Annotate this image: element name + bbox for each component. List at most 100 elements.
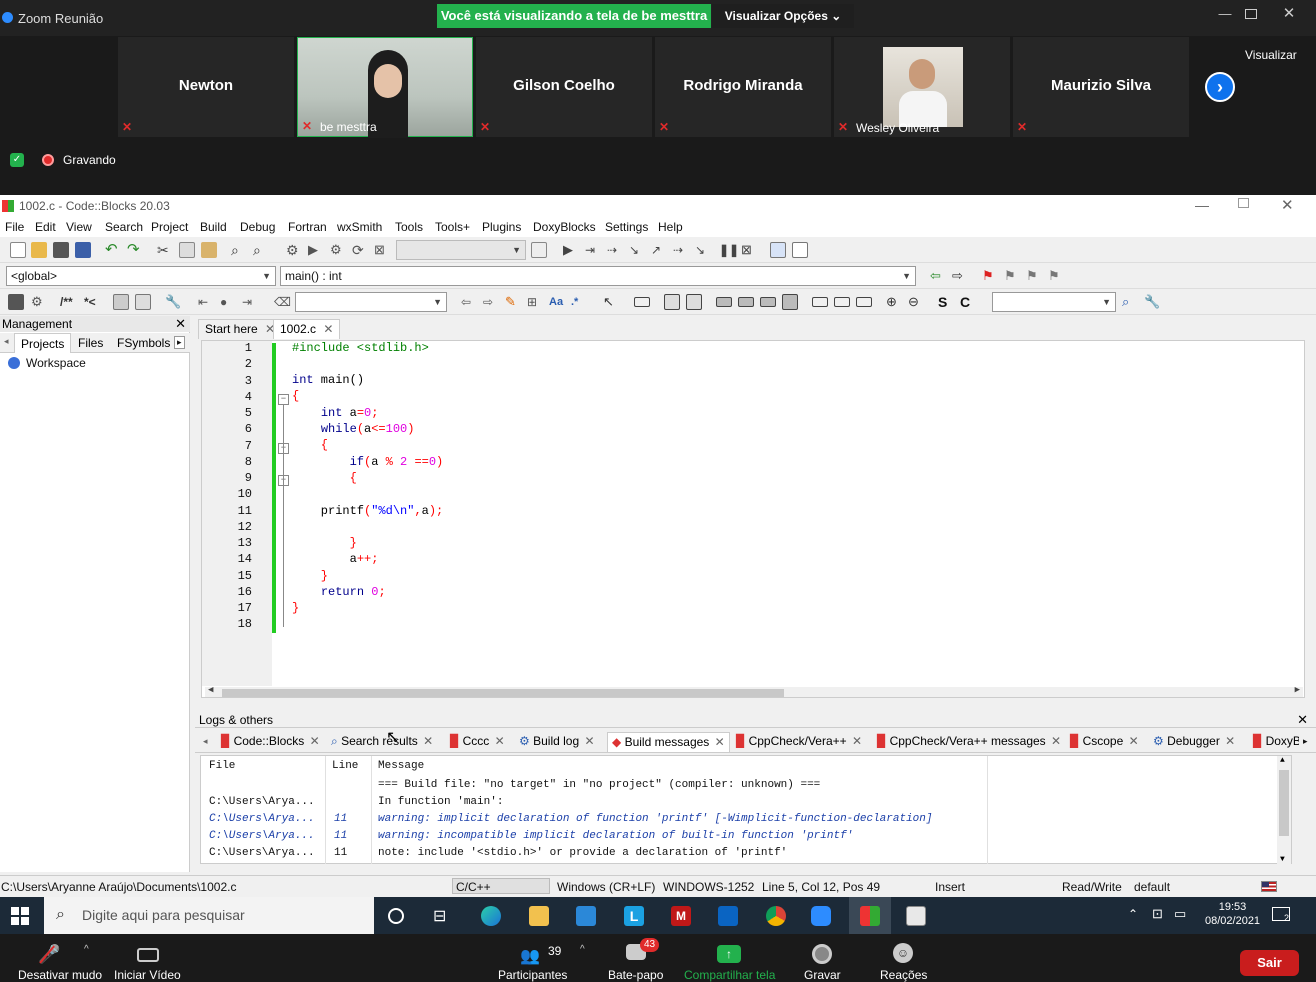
scroll-down-icon[interactable]: ▼ [1280, 855, 1285, 864]
cortana-icon[interactable] [388, 908, 404, 924]
lexikos-app-icon[interactable]: L [624, 906, 644, 926]
leave-meeting-button[interactable]: Sair [1240, 950, 1299, 976]
next-page-button[interactable]: › [1205, 72, 1235, 102]
tab-close-icon[interactable]: ✕ [852, 734, 862, 748]
paste-icon[interactable] [201, 242, 217, 258]
log-cell-file[interactable]: C:\Users\Arya... [209, 847, 315, 859]
view-options-button[interactable]: Visualizar Opções ⌄ [712, 4, 854, 28]
run-to-cursor-icon[interactable]: ⇥ [585, 242, 601, 258]
scroll-left-icon[interactable]: ◀ [208, 685, 213, 695]
tab-scroll-left-icon[interactable]: ◂ [4, 336, 9, 347]
tab-cccc[interactable]: ▉ Cccc ✕ [446, 732, 509, 752]
menu-edit[interactable]: Edit [35, 220, 56, 234]
menu-build[interactable]: Build [200, 220, 227, 234]
sizer-h-icon[interactable] [716, 297, 732, 307]
vertical-scrollbar[interactable]: ▲ ▼ [1277, 756, 1291, 864]
management-close-icon[interactable]: ✕ [175, 316, 186, 332]
log-cell-line[interactable]: 11 [334, 813, 347, 825]
copy-icon[interactable] [179, 242, 195, 258]
stopped-video-icon[interactable] [137, 948, 159, 962]
column-header-line[interactable]: Line [332, 760, 358, 772]
edge-icon[interactable] [481, 906, 501, 926]
chrome-icon[interactable] [766, 906, 786, 926]
participant-tile[interactable]: Newton ✕ [118, 37, 294, 137]
file-explorer-icon[interactable] [529, 906, 549, 926]
block-comment-icon[interactable]: /** [60, 294, 82, 310]
share-screen-icon[interactable]: ↑ [717, 945, 741, 963]
tab-close-icon[interactable]: ✕ [323, 322, 333, 336]
build-target-combo[interactable]: ▼ [396, 240, 526, 260]
view-button[interactable]: Visualizar [1245, 48, 1297, 62]
battery-icon[interactable]: ▭ [1174, 906, 1186, 922]
record-label[interactable]: Gravar [804, 968, 841, 982]
search-combo[interactable]: ▼ [295, 292, 447, 312]
menu-search[interactable]: Search [105, 220, 143, 234]
show-select-target-icon[interactable] [531, 242, 547, 258]
textctrl-widget-icon[interactable] [856, 297, 872, 307]
close-icon[interactable]: ✕ [1282, 6, 1296, 21]
taskbar-clock[interactable]: 19:53 08/02/2021 [1205, 900, 1260, 928]
panel-icon[interactable] [812, 297, 828, 307]
tab-cppcheck[interactable]: ▉ CppCheck/Vera++ ✕ [732, 732, 866, 752]
save-icon[interactable] [53, 242, 69, 258]
highlight-icon[interactable]: ✎ [505, 294, 521, 310]
participants-icon[interactable]: 👥 [520, 946, 540, 966]
log-cell-message[interactable]: warning: implicit declaration of functio… [378, 813, 933, 825]
regex-icon[interactable]: .* [571, 294, 587, 310]
participant-tile[interactable]: Gilson Coelho ✕ [476, 37, 652, 137]
menu-settings[interactable]: Settings [605, 220, 648, 234]
cut-icon[interactable]: ✂ [157, 242, 173, 258]
open-folder-icon[interactable] [31, 242, 47, 258]
wrench-icon[interactable]: 🔧 [165, 294, 181, 310]
tab-search-results[interactable]: ⌕ Search results ✕ [327, 732, 437, 752]
doxy-icon[interactable] [8, 294, 24, 310]
abort-icon[interactable]: ⊠ [374, 242, 390, 258]
run-icon[interactable]: ▶ [308, 242, 324, 258]
menu-file[interactable]: File [5, 220, 24, 234]
menu-project[interactable]: Project [151, 220, 188, 234]
menu-tools-plus[interactable]: Tools+ [435, 220, 470, 234]
menu-fortran[interactable]: Fortran [288, 220, 327, 234]
debug-run-icon[interactable]: ▶ [563, 242, 579, 258]
tab-close-icon[interactable]: ✕ [1225, 734, 1235, 748]
menu-view[interactable]: View [66, 220, 92, 234]
logs-scroll-right-icon[interactable]: ▸ [1299, 732, 1312, 752]
minimize-icon[interactable]: — [1218, 7, 1232, 20]
menu-tools[interactable]: Tools [395, 220, 423, 234]
doxy-run-icon[interactable]: ⚙ [31, 294, 47, 310]
mail-icon[interactable] [718, 906, 738, 926]
mcafee-icon[interactable]: M [671, 906, 691, 926]
tab-build-log[interactable]: ⚙ Build log ✕ [515, 732, 599, 752]
logs-close-icon[interactable]: ✕ [1297, 712, 1308, 728]
scroll-up-icon[interactable]: ▲ [1280, 756, 1285, 765]
tab-files[interactable]: Files [78, 336, 103, 350]
menu-help[interactable]: Help [658, 220, 683, 234]
tray-expand-icon[interactable]: ⌃ [1128, 907, 1138, 921]
replace-icon[interactable]: ⌕ [253, 242, 269, 258]
video-label[interactable]: Iniciar Vídeo [114, 968, 181, 982]
line-comment-icon[interactable]: *< [84, 294, 100, 310]
tab-codeblocks-log[interactable]: ▉ Code::Blocks ✕ [217, 732, 324, 752]
horizontal-scrollbar[interactable]: ◀ ▶ [205, 685, 1303, 697]
tab-close-icon[interactable]: ✕ [584, 734, 594, 748]
tab-close-icon[interactable]: ✕ [1051, 734, 1061, 748]
rectangle-icon[interactable] [634, 297, 650, 307]
tab-doxyblocks[interactable]: ▉ DoxyB [1249, 732, 1299, 752]
tab-close-icon[interactable]: ✕ [423, 734, 433, 748]
windows-start-icon[interactable] [11, 907, 29, 925]
tab-build-messages[interactable]: ◆ Build messages ✕ [607, 732, 730, 752]
toggle-bookmark-icon[interactable]: ⚑ [982, 268, 998, 284]
symbol-combo[interactable]: ▼ [992, 292, 1116, 312]
jump-back-icon[interactable]: ⇦ [930, 268, 946, 284]
mic-options-icon[interactable]: ^ [84, 944, 89, 955]
button-widget-icon[interactable] [834, 297, 850, 307]
security-shield-icon[interactable]: ✓ [10, 153, 24, 167]
build-gear-icon[interactable]: ⚙ [286, 242, 302, 258]
participant-tile[interactable]: ✕ Wesley Oliveira [834, 37, 1010, 137]
reactions-icon[interactable]: ☺ [893, 943, 913, 963]
log-cell-message[interactable]: note: include '<stdio.h>' or provide a d… [378, 847, 787, 859]
doxy-config-icon[interactable] [113, 294, 129, 310]
fold-marker-icon[interactable]: − [278, 394, 289, 405]
scope-combo[interactable]: <global> ▼ [6, 266, 276, 286]
scrollbar-thumb[interactable] [222, 689, 784, 697]
